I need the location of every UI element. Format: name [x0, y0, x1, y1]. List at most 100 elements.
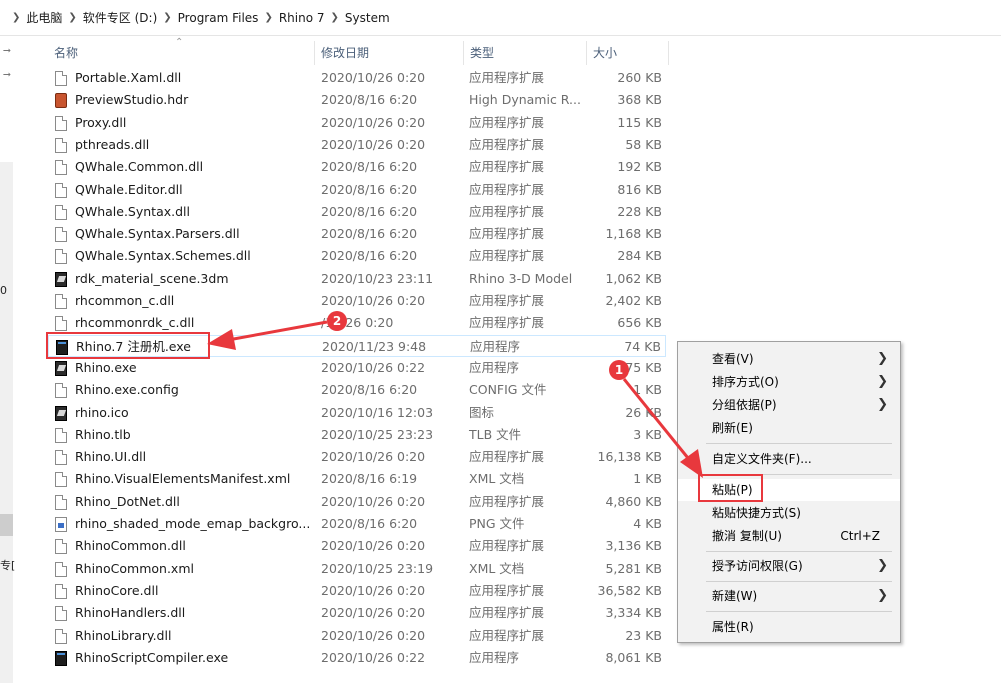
menu-item-properties[interactable]: 属性(R): [678, 616, 900, 638]
chevron-right-icon[interactable]: ❯: [163, 12, 171, 23]
breadcrumb-this-pc[interactable]: 此电脑: [26, 9, 62, 26]
file-date: 2020/10/23 23:11: [321, 270, 434, 286]
column-divider[interactable]: [668, 41, 669, 65]
chevron-right-icon[interactable]: ❯: [68, 12, 76, 23]
file-date: 2020/10/26 0:20: [321, 627, 426, 643]
menu-item-grant-access[interactable]: 授予访问权限(G) ❯: [678, 555, 900, 577]
file-row[interactable]: rhino.ico 2020/10/16 12:03 图标 26 KB: [48, 402, 666, 424]
file-type: 应用程序扩展: [469, 627, 545, 643]
file-date: 2020/10/26 0:22: [321, 359, 426, 375]
menu-item-customize-folder[interactable]: 自定义文件夹(F)...: [678, 448, 900, 470]
file-type: High Dynamic R...: [469, 92, 581, 108]
menu-item-label: 粘贴快捷方式(S): [712, 506, 801, 520]
file-size: 368 KB: [617, 92, 662, 108]
file-size: 2,402 KB: [605, 293, 662, 308]
file-row[interactable]: Rhino.VisualElementsManifest.xml 2020/8/1…: [48, 468, 666, 490]
column-header-size[interactable]: 大小: [587, 41, 667, 65]
file-row[interactable]: Portable.Xaml.dll 2020/10/26 0:20 应用程序扩展 26…: [48, 67, 666, 89]
file-row[interactable]: QWhale.Editor.dll 2020/8/16 6:20 应用程序扩展 816…: [48, 179, 666, 201]
file-row[interactable]: Rhino.UI.dll 2020/10/26 0:20 应用程序扩展 16,138 …: [48, 446, 666, 468]
file-row[interactable]: RhinoScriptCompiler.exe 2020/10/26 0:22 应用…: [48, 647, 666, 669]
doc-file-icon: [55, 472, 67, 488]
pin-icon[interactable]: ⭢: [3, 45, 11, 56]
breadcrumb-program-files[interactable]: Program Files: [178, 11, 259, 25]
file-name: rhino.ico: [75, 404, 129, 420]
file-row[interactable]: Proxy.dll 2020/10/26 0:20 应用程序扩展 115 KB: [48, 112, 666, 134]
file-row[interactable]: pthreads.dll 2020/10/26 0:20 应用程序扩展 58 KB: [48, 134, 666, 156]
navigation-pane[interactable]: ⭢ ⭢ 0 专[: [0, 37, 30, 683]
column-header-name[interactable]: 名称: [48, 41, 314, 65]
exe-file-icon: [55, 650, 67, 666]
file-name: Proxy.dll: [75, 114, 127, 130]
column-header-date[interactable]: 修改日期: [315, 41, 463, 65]
file-size: 284 KB: [617, 248, 662, 264]
file-type: 应用程序扩展: [469, 136, 545, 152]
doc-file-icon: [55, 249, 67, 265]
highlight-box-registrar-file: [46, 332, 210, 359]
file-name: QWhale.Syntax.Parsers.dll: [75, 226, 240, 242]
breadcrumb-system[interactable]: System: [345, 11, 390, 25]
file-row[interactable]: Rhino.tlb 2020/10/25 23:23 TLB 文件 3 KB: [48, 424, 666, 446]
doc-file-icon: [55, 316, 67, 332]
column-header-type[interactable]: 类型: [464, 41, 586, 65]
file-size: 1,062 KB: [605, 270, 662, 286]
file-name: Rhino.exe.config: [75, 382, 179, 398]
pin-icon[interactable]: ⭢: [3, 69, 11, 80]
file-date: 2020/8/16 6:20: [321, 226, 418, 242]
file-date: 2020/10/16 12:03: [321, 404, 434, 420]
chevron-right-icon[interactable]: ❯: [264, 12, 272, 23]
address-bar[interactable]: ❯ 此电脑 ❯ 软件专区 (D:) ❯ Program Files ❯ Rhin…: [0, 0, 1001, 36]
file-row[interactable]: RhinoLibrary.dll 2020/10/26 0:20 应用程序扩展 23 …: [48, 625, 666, 647]
file-type: CONFIG 文件: [469, 382, 547, 398]
file-row[interactable]: rhcommonrdk_c.dll/10/26 0:20 应用程序扩展 656 KB: [48, 312, 666, 334]
menu-item-new[interactable]: 新建(W) ❯: [678, 585, 900, 607]
file-row[interactable]: RhinoCommon.dll 2020/10/26 0:20 应用程序扩展 3,13…: [48, 535, 666, 557]
file-type: TLB 文件: [469, 426, 522, 442]
file-row[interactable]: QWhale.Common.dll 2020/8/16 6:20 应用程序扩展 192…: [48, 156, 666, 178]
menu-item-undo-copy[interactable]: 撤消 复制(U) Ctrl+Z: [678, 525, 900, 547]
chevron-right-icon[interactable]: ❯: [331, 12, 339, 23]
rhino-file-icon: [55, 405, 67, 421]
menu-item-label: 自定义文件夹(F)...: [712, 452, 812, 466]
file-size: 260 KB: [617, 70, 662, 85]
menu-item-refresh[interactable]: 刷新(E): [678, 417, 900, 439]
file-type: 应用程序: [469, 649, 520, 665]
file-row[interactable]: RhinoCore.dll 2020/10/26 0:20 应用程序扩展 36,582…: [48, 580, 666, 602]
file-row[interactable]: rhcommon_c.dll 2020/10/26 0:20 应用程序扩展 2,402…: [48, 290, 666, 312]
file-row[interactable]: Rhino.exe 2020/10/26 0:22 应用程序 75 KB: [48, 357, 666, 379]
doc-file-icon: [55, 71, 67, 86]
file-name: pthreads.dll: [75, 136, 150, 152]
file-date: 2020/10/26 0:20: [321, 493, 426, 509]
menu-item-group[interactable]: 分组依据(P) ❯: [678, 394, 900, 416]
file-name: rhcommon_c.dll: [75, 293, 175, 308]
file-row[interactable]: Rhino.exe.config 2020/8/16 6:20 CONFIG 文件 1…: [48, 379, 666, 401]
file-date: 2020/8/16 6:20: [321, 516, 418, 531]
navigation-scrollbar[interactable]: [0, 162, 13, 683]
file-size: 1 KB: [633, 382, 662, 398]
file-type: 应用程序扩展: [469, 70, 545, 85]
rhino-file-icon: [55, 360, 67, 376]
file-name: Rhino_DotNet.dll: [75, 493, 180, 509]
file-type: 应用程序: [469, 359, 520, 375]
file-row[interactable]: rdk_material_scene.3dm 2020/10/23 23:11 Rh…: [48, 268, 666, 290]
file-date: 2020/8/16 6:20: [321, 159, 418, 175]
file-size: 3 KB: [633, 426, 662, 442]
scrollbar-thumb[interactable]: [0, 514, 13, 536]
file-row[interactable]: QWhale.Syntax.Parsers.dll 2020/8/16 6:20 应…: [48, 223, 666, 245]
menu-item-paste-shortcut[interactable]: 粘贴快捷方式(S): [678, 502, 900, 524]
file-row[interactable]: Rhino_DotNet.dll 2020/10/26 0:20 应用程序扩展 4,8…: [48, 491, 666, 513]
breadcrumb-rhino-7[interactable]: Rhino 7: [279, 11, 325, 25]
breadcrumb-drive-d[interactable]: 软件专区 (D:): [83, 9, 157, 26]
file-row[interactable]: PreviewStudio.hdr 2020/8/16 6:20 High Dyna…: [48, 89, 666, 111]
menu-item-view[interactable]: 查看(V) ❯: [678, 348, 900, 370]
doc-file-icon: [55, 160, 67, 176]
file-row[interactable]: QWhale.Syntax.Schemes.dll 2020/8/16 6:20 应…: [48, 245, 666, 267]
menu-item-sort[interactable]: 排序方式(O) ❯: [678, 371, 900, 393]
file-row[interactable]: RhinoHandlers.dll 2020/10/26 0:20 应用程序扩展 3,…: [48, 602, 666, 624]
file-type: 应用程序扩展: [469, 538, 545, 554]
file-row[interactable]: rhino_shaded_mode_emap_backgro... 2020/8/…: [48, 513, 666, 535]
doc-file-icon: [55, 583, 67, 599]
file-row[interactable]: QWhale.Syntax.dll 2020/8/16 6:20 应用程序扩展 228…: [48, 201, 666, 223]
file-row[interactable]: RhinoCommon.xml 2020/10/25 23:19 XML 文档 5,2…: [48, 558, 666, 580]
highlight-box-paste: [698, 474, 763, 502]
